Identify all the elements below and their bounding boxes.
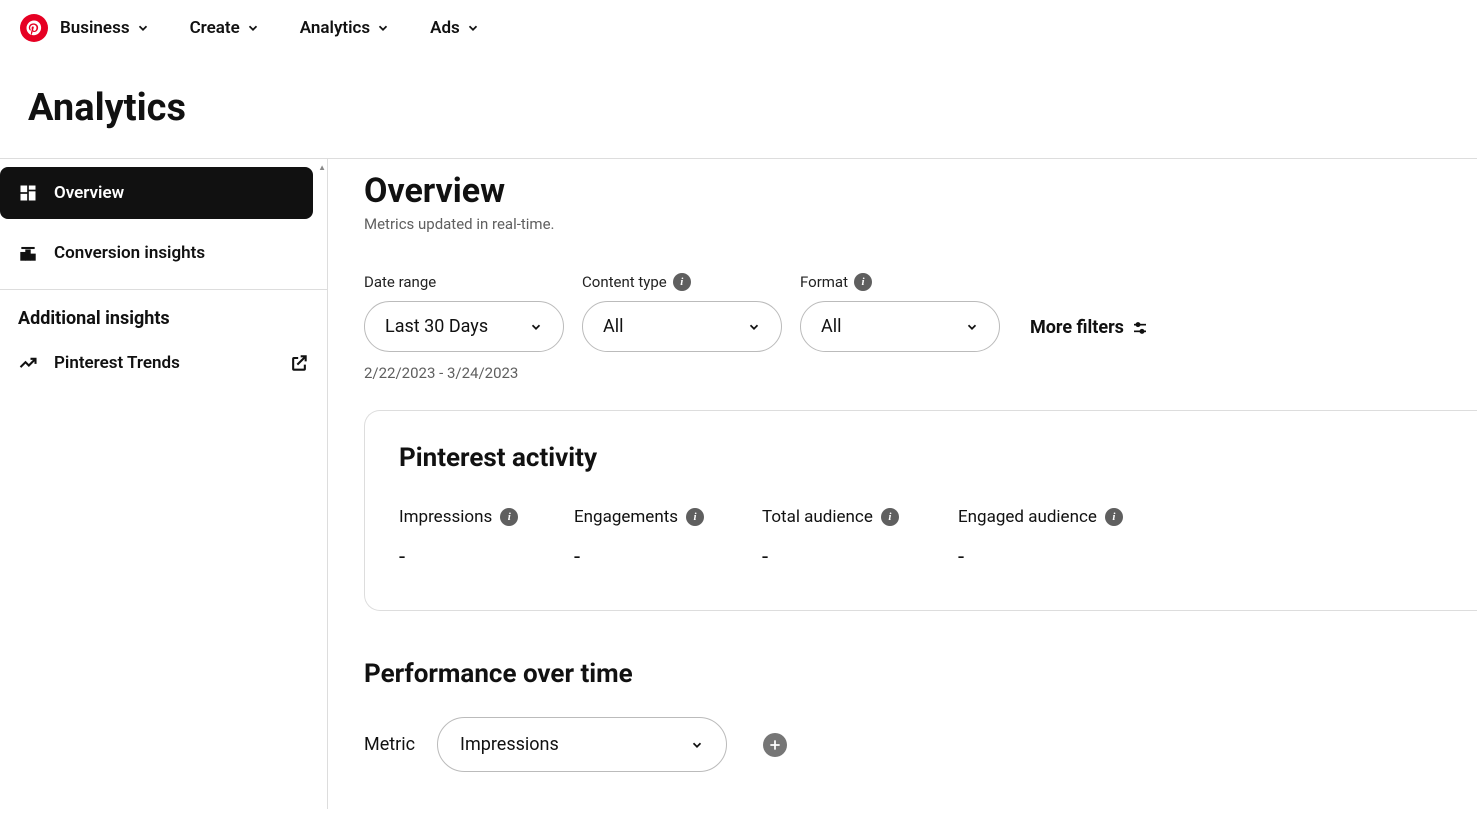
info-icon[interactable]: i [500,508,518,526]
chevron-down-icon [136,21,150,35]
metric-select-label: Metric [364,734,415,755]
metric-value: - [574,545,762,570]
dashboard-icon [18,183,38,203]
metric-select[interactable]: Impressions [437,717,727,772]
sidebar-section-label: Additional insights [0,308,327,337]
metric-value: - [958,545,1158,570]
metrics-row: Impressions i - Engagements i - Total au… [399,507,1443,570]
filter-date: Date range Last 30 Days [364,273,564,352]
nav-business[interactable]: Business [60,18,150,38]
chevron-down-icon [466,21,480,35]
filter-date-label: Date range [364,273,436,291]
more-filters-label: More filters [1030,317,1124,338]
format-value: All [821,316,842,337]
nav-analytics[interactable]: Analytics [300,18,390,38]
nav-ads[interactable]: Ads [430,18,480,38]
performance-metric-row: Metric Impressions [364,717,1477,772]
sidebar-item-label: Overview [54,183,124,203]
performance-title: Performance over time [364,659,1477,689]
trend-icon [18,353,38,373]
info-icon[interactable]: i [1105,508,1123,526]
sliders-icon [1132,320,1148,336]
date-range-text: 2/22/2023 - 3/24/2023 [364,364,1477,382]
sidebar-item-overview[interactable]: Overview [0,167,313,219]
info-icon[interactable]: i [881,508,899,526]
metric-label-text: Impressions [399,507,492,527]
chevron-down-icon [747,320,761,334]
top-nav: Business Create Analytics Ads [0,0,1477,56]
filter-format-label: Format [800,273,848,291]
info-icon[interactable]: i [854,273,872,291]
info-icon[interactable]: i [673,273,691,291]
metric-value: - [762,545,958,570]
main-content: Overview Metrics updated in real-time. D… [328,159,1477,809]
activity-card: Pinterest activity Impressions i - Engag… [364,410,1477,611]
format-select[interactable]: All [800,301,1000,352]
filter-content-type: Content type i All [582,273,782,352]
more-filters-button[interactable]: More filters [1030,317,1148,352]
overview-title: Overview [364,171,1477,211]
date-range-value: Last 30 Days [385,316,488,337]
content-type-select[interactable]: All [582,301,782,352]
sidebar: ▲ Overview Conversion insights Additiona… [0,159,328,809]
metric-engaged-audience: Engaged audience i - [958,507,1158,570]
date-range-select[interactable]: Last 30 Days [364,301,564,352]
metric-label-text: Engaged audience [958,507,1097,527]
add-metric-button[interactable] [763,733,787,757]
filters-row: Date range Last 30 Days Content type i A… [364,273,1477,352]
chevron-down-icon [965,320,979,334]
pinterest-logo-icon[interactable] [20,14,48,42]
metric-impressions: Impressions i - [399,507,574,570]
metric-engagements: Engagements i - [574,507,762,570]
sidebar-item-label: Pinterest Trends [54,353,180,373]
metric-label-text: Total audience [762,507,873,527]
plus-icon [768,738,782,752]
filter-format: Format i All [800,273,1000,352]
nav-create-label: Create [190,18,240,38]
activity-title: Pinterest activity [399,443,1443,473]
sidebar-item-conversion[interactable]: Conversion insights [0,227,327,279]
filter-content-label: Content type [582,273,667,291]
nav-analytics-label: Analytics [300,18,370,38]
sidebar-item-trends[interactable]: Pinterest Trends [0,337,327,389]
external-link-icon [289,353,309,373]
page-title: Analytics [0,56,1477,159]
chevron-down-icon [246,21,260,35]
content-type-value: All [603,316,624,337]
metric-total-audience: Total audience i - [762,507,958,570]
chart-icon [18,243,38,263]
scroll-up-arrow-icon: ▲ [318,163,326,172]
info-icon[interactable]: i [686,508,704,526]
sidebar-divider [0,289,327,290]
sidebar-item-label: Conversion insights [54,243,205,263]
nav-create[interactable]: Create [190,18,260,38]
chevron-down-icon [690,738,704,752]
metric-value: - [399,545,574,570]
metric-label-text: Engagements [574,507,678,527]
overview-subtitle: Metrics updated in real-time. [364,215,1477,233]
metric-select-value: Impressions [460,734,559,755]
chevron-down-icon [529,320,543,334]
chevron-down-icon [376,21,390,35]
nav-business-label: Business [60,18,130,38]
nav-ads-label: Ads [430,18,460,38]
